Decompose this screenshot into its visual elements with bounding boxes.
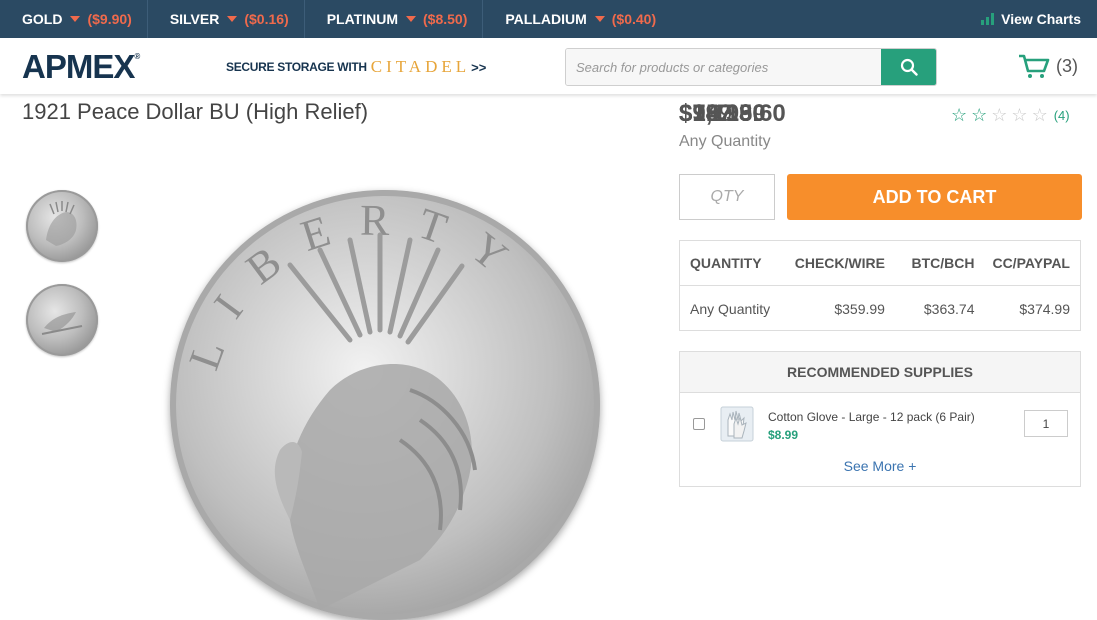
- quantity-input[interactable]: QTY: [679, 174, 775, 220]
- supply-quantity-input[interactable]: 1: [1024, 410, 1068, 437]
- search-icon: [900, 58, 918, 76]
- registered-mark: ®: [134, 52, 141, 61]
- coin-obverse-icon: [46, 201, 77, 246]
- peace-dollar-coin-image: LIBERTY: [179, 196, 511, 610]
- citadel-storage-link[interactable]: SECURE STORAGE WITH CITADEL >>: [226, 57, 486, 77]
- down-arrow-icon: [70, 16, 81, 22]
- pricing-table-header: QUANTITY CHECK/WIRE BTC/BCH CC/PAYPAL: [680, 241, 1080, 286]
- citadel-text: CITADEL: [370, 57, 471, 76]
- column-header: QUANTITY: [690, 255, 762, 271]
- recommended-supplies-heading: RECOMMENDED SUPPLIES: [680, 352, 1080, 393]
- ticker-name: PALLADIUM: [505, 11, 587, 27]
- double-chevron-icon: >>: [471, 59, 487, 75]
- search-input[interactable]: [566, 49, 881, 85]
- star-filled-icon: ☆: [971, 105, 988, 125]
- ticker-change-value: ($9.90): [87, 11, 132, 27]
- apmex-logo[interactable]: APMEX®: [22, 48, 140, 86]
- ticker-name: PLATINUM: [326, 11, 398, 27]
- cotton-glove-image[interactable]: [720, 406, 754, 442]
- ticker-name: SILVER: [169, 11, 220, 27]
- search-button[interactable]: [881, 49, 936, 85]
- thumbnail-reverse[interactable]: [26, 284, 98, 356]
- ticker-palladium[interactable]: PALLADIUM $987.30 ($0.40): [483, 0, 765, 127]
- ticker-change: ($8.50): [406, 11, 467, 27]
- coin-reverse-icon: [41, 312, 83, 335]
- table-cell: $363.74: [923, 300, 975, 317]
- star-empty-icon: ☆: [1011, 105, 1028, 125]
- ticker-change: ($0.16): [227, 11, 289, 27]
- table-cell: $359.99: [834, 300, 885, 317]
- logo-text: APMEX: [22, 48, 135, 85]
- cart-icon: [1019, 54, 1050, 78]
- supply-item-name: Cotton Glove - Large - 12 pack (6 Pair): [768, 410, 975, 424]
- review-count: (4): [1053, 108, 1070, 123]
- ticker-change: ($0.40): [594, 11, 657, 27]
- add-to-cart-button[interactable]: ADD TO CART: [787, 174, 1082, 220]
- down-arrow-icon: [406, 16, 416, 22]
- star-empty-icon: ☆: [991, 105, 1008, 125]
- view-charts-link[interactable]: View Charts: [981, 0, 1081, 38]
- table-cell: Any Quantity: [690, 300, 771, 317]
- recommended-supplies-panel: RECOMMENDED SUPPLIES Cotton Glove - Larg…: [679, 351, 1081, 487]
- product-main-image[interactable]: LIBERTY: [170, 190, 600, 620]
- search-bar: [565, 48, 937, 86]
- bar-chart-icon: [981, 13, 995, 25]
- table-cell: $374.99: [1019, 300, 1070, 317]
- see-more-link[interactable]: See More +: [680, 458, 1080, 474]
- thumbnail-obverse[interactable]: [26, 190, 98, 262]
- supply-checkbox[interactable]: [693, 418, 705, 430]
- ticker-gold[interactable]: GOLD $1,195.60 ($9.90): [0, 0, 786, 127]
- cart-count: (3): [1056, 55, 1078, 76]
- down-arrow-icon: [594, 16, 605, 22]
- cart-button[interactable]: (3): [1018, 53, 1078, 79]
- ticker-change: ($9.90): [70, 11, 132, 27]
- column-header: CHECK/WIRE: [794, 255, 885, 271]
- column-header: BTC/BCH: [911, 255, 975, 271]
- supply-item-price: $8.99: [768, 428, 799, 442]
- ticker-silver[interactable]: SILVER $14.13 ($0.16): [148, 0, 752, 127]
- view-charts-label: View Charts: [1001, 11, 1081, 27]
- supply-item[interactable]: Cotton Glove - Large - 12 pack (6 Pair) …: [768, 408, 978, 444]
- product-rating[interactable]: ☆ ☆ ☆ ☆ ☆ (4): [951, 105, 1070, 126]
- table-row: Any Quantity $359.99 $363.74 $374.99: [680, 286, 1080, 331]
- price-quantity-note: Any Quantity: [679, 133, 771, 150]
- ticker-name: GOLD: [22, 11, 63, 27]
- ticker-change-value: ($0.16): [244, 11, 289, 27]
- pricing-table: QUANTITY CHECK/WIRE BTC/BCH CC/PAYPAL An…: [679, 240, 1081, 331]
- star-filled-icon: ☆: [951, 105, 968, 125]
- column-header: CC/PAYPAL: [992, 255, 1070, 271]
- ticker-platinum[interactable]: PLATINUM $797.80 ($8.50): [305, 0, 766, 127]
- ticker-change-value: ($0.40): [611, 11, 657, 27]
- product-price: $359.99: [679, 100, 766, 127]
- metal-price-ticker: GOLD $1,195.60 ($9.90) SILVER $14.13 ($0…: [0, 0, 1097, 127]
- down-arrow-icon: [227, 16, 238, 22]
- citadel-secure-text: SECURE STORAGE WITH: [226, 60, 367, 74]
- star-empty-icon: ☆: [1031, 105, 1048, 125]
- product-title: 1921 Peace Dollar BU (High Relief): [22, 99, 369, 124]
- ticker-change-value: ($8.50): [423, 11, 468, 27]
